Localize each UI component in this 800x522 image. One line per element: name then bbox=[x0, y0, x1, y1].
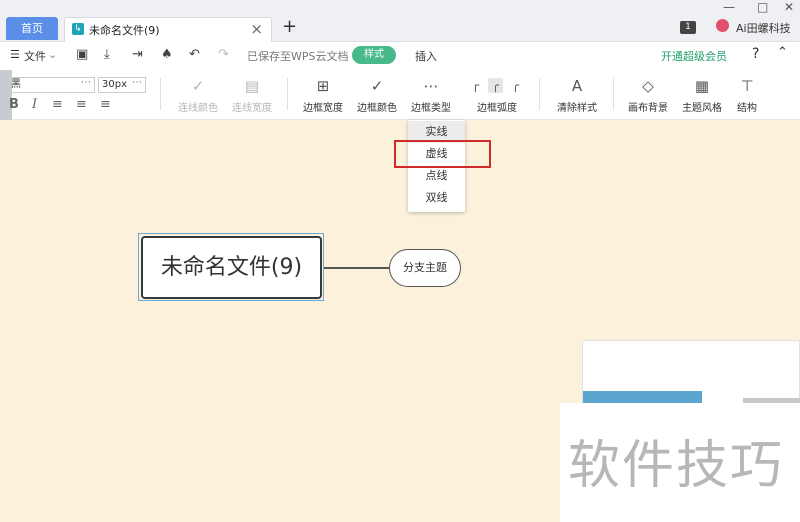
maximize-icon[interactable]: □ bbox=[757, 0, 768, 14]
divider bbox=[160, 78, 161, 110]
theme-style-label: 主题风格 bbox=[682, 103, 722, 114]
close-icon[interactable]: × bbox=[250, 20, 263, 38]
export-icon[interactable]: ⇥ bbox=[132, 47, 143, 62]
clear-format-icon: A bbox=[571, 77, 583, 95]
font-family-select[interactable]: 黑 ⋯ bbox=[7, 77, 95, 93]
align-center-icon[interactable]: ≡ bbox=[76, 97, 87, 112]
option-double[interactable]: 双线 bbox=[408, 187, 465, 209]
more-icon: ⋯ bbox=[81, 77, 91, 88]
topic-connector bbox=[324, 267, 390, 269]
canvas-background-button[interactable]: ◇ 画布背景 bbox=[626, 76, 670, 114]
option-dotted[interactable]: 点线 bbox=[408, 165, 465, 187]
font-family-value: 黑 bbox=[11, 79, 21, 90]
font-size-select[interactable]: 30px ⋯ bbox=[98, 77, 146, 93]
new-tab-icon[interactable]: + bbox=[282, 16, 297, 37]
align-left-icon[interactable]: ≡ bbox=[52, 97, 63, 112]
line-width-button[interactable]: ▤ 连线宽度 bbox=[230, 76, 274, 114]
theme-icon: ▦ bbox=[694, 77, 710, 95]
line-color-button[interactable]: ✓ 连线颜色 bbox=[176, 76, 220, 114]
watermark: 软件技巧 bbox=[560, 403, 800, 522]
notification-badge[interactable]: 1 bbox=[680, 21, 696, 34]
undo-icon[interactable]: ↶ bbox=[189, 47, 200, 62]
border-color-label: 边框颜色 bbox=[357, 103, 397, 114]
canvas-background-label: 画布背景 bbox=[628, 103, 668, 114]
help-icon[interactable]: ? bbox=[752, 46, 759, 62]
tab-bar: 首页 ↳ 未命名文件(9) × + — □ ✕ 1 Ai田螺科技 bbox=[0, 0, 800, 42]
save-status: 已保存至WPS云文档 bbox=[247, 50, 349, 63]
divider bbox=[613, 78, 614, 110]
avatar[interactable] bbox=[716, 19, 729, 32]
vip-link[interactable]: 开通超级会员 bbox=[661, 48, 727, 64]
menu-bar: ☰ 文件 ⌄ ▣ ⤓ ⇥ ♠ ↶ ↷ 已保存至WPS云文档 样式 插入 开通超级… bbox=[0, 42, 800, 70]
tab-insert[interactable]: 插入 bbox=[415, 48, 437, 64]
clear-style-label: 清除样式 bbox=[557, 103, 597, 114]
border-width-button[interactable]: ⊞ 边框宽度 bbox=[301, 76, 345, 114]
mindmap-icon: ↳ bbox=[72, 23, 84, 35]
tab-document-title: 未命名文件(9) bbox=[89, 24, 160, 37]
structure-label: 结构 bbox=[737, 103, 757, 114]
dashed-border-icon: ⋯ bbox=[423, 77, 439, 95]
border-type-label: 边框类型 bbox=[411, 103, 451, 114]
line-width-icon: ▤ bbox=[244, 77, 260, 95]
paint-brush-icon: ✓ bbox=[370, 77, 384, 95]
window-close-icon[interactable]: ✕ bbox=[784, 0, 794, 14]
line-color-label: 连线颜色 bbox=[178, 103, 218, 114]
minimize-icon[interactable]: — bbox=[723, 0, 735, 14]
border-color-button[interactable]: ✓ 边框颜色 bbox=[355, 76, 399, 114]
tab-document[interactable]: ↳ 未命名文件(9) × bbox=[64, 17, 272, 42]
theme-style-button[interactable]: ▦ 主题风格 bbox=[680, 76, 724, 114]
structure-button[interactable]: ⊤ 结构 bbox=[732, 76, 762, 114]
download-icon[interactable]: ⤓ bbox=[104, 47, 110, 62]
line-width-label: 连线宽度 bbox=[232, 103, 272, 114]
ribbon-toolbar: 黑 ⋯ 30px ⋯ B I ≡ ≡ ≡ ✓ 连线颜色 ▤ 连线宽度 ⊞ 边框宽… bbox=[0, 70, 800, 120]
bold-icon[interactable]: B bbox=[9, 97, 19, 112]
collapse-ribbon-icon[interactable]: ⌃ bbox=[777, 45, 788, 60]
file-menu-icon[interactable]: ☰ bbox=[10, 48, 20, 61]
annotation-highlight-box bbox=[394, 140, 491, 168]
branch-topic[interactable]: 分支主题 bbox=[389, 249, 461, 287]
account-name[interactable]: Ai田螺科技 bbox=[736, 20, 791, 36]
border-width-label: 边框宽度 bbox=[303, 103, 343, 114]
tab-home[interactable]: 首页 bbox=[6, 17, 58, 40]
paint-brush-icon: ✓ bbox=[191, 77, 205, 95]
more-icon: ⋯ bbox=[132, 77, 142, 88]
structure-icon: ⊤ bbox=[740, 77, 754, 95]
save-icon[interactable]: ▣ bbox=[76, 47, 88, 62]
italic-icon[interactable]: I bbox=[32, 97, 37, 112]
watermark-text: 软件技巧 bbox=[568, 436, 785, 496]
divider bbox=[287, 78, 288, 110]
chevron-down-icon[interactable]: ⌄ bbox=[48, 48, 57, 61]
redo-icon[interactable]: ↷ bbox=[218, 47, 229, 62]
file-menu[interactable]: 文件 bbox=[24, 48, 46, 64]
format-painter-icon[interactable]: ♠ bbox=[161, 47, 173, 62]
border-radius-button[interactable]: ╭ 边框弧度 bbox=[473, 76, 521, 114]
paint-bucket-icon: ◇ bbox=[642, 77, 654, 95]
border-width-icon: ⊞ bbox=[316, 77, 330, 95]
border-radius-label: 边框弧度 bbox=[477, 103, 517, 114]
tab-style[interactable]: 样式 bbox=[352, 46, 396, 64]
font-size-value: 30px bbox=[102, 79, 127, 90]
border-type-button[interactable]: ⋯ 边框类型 bbox=[409, 76, 453, 114]
clear-style-button[interactable]: A 清除样式 bbox=[555, 76, 599, 114]
divider bbox=[539, 78, 540, 110]
align-right-icon[interactable]: ≡ bbox=[100, 97, 111, 112]
root-topic[interactable]: 未命名文件(9) bbox=[141, 236, 322, 299]
